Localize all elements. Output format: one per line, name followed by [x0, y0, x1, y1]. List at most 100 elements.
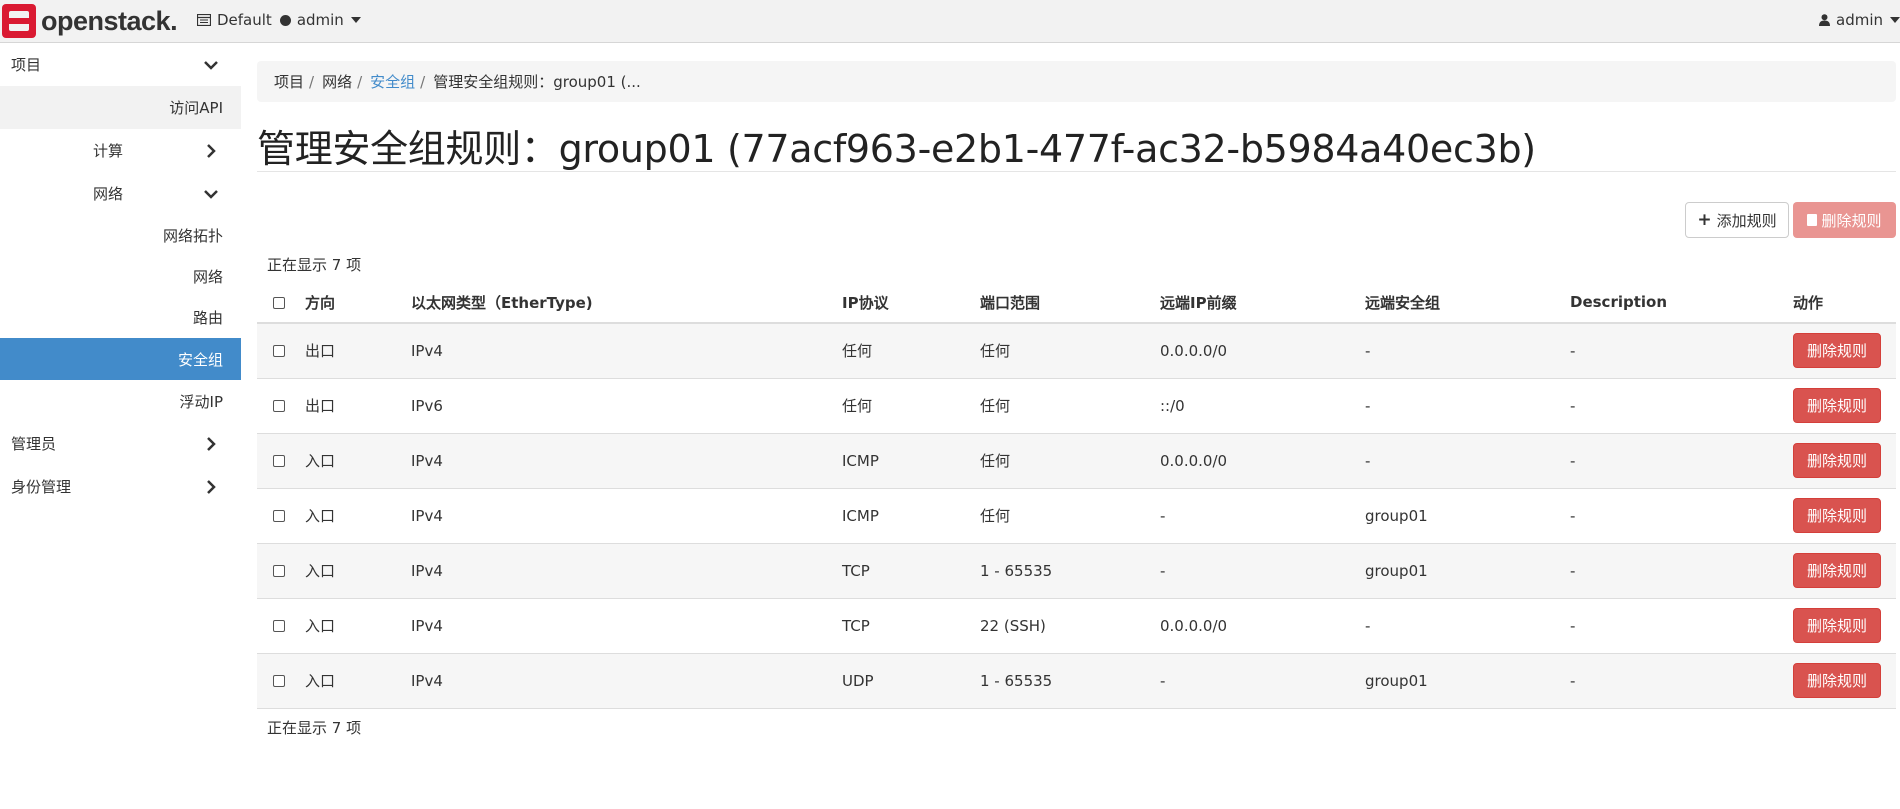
chevron-right-icon	[207, 437, 216, 451]
sidebar-item-label: 身份管理	[11, 478, 72, 496]
sidebar-item-floating-ips[interactable]: 浮动IP	[0, 380, 241, 422]
cell-remote-ip-prefix: -	[1160, 653, 1365, 709]
sidebar-item-networks[interactable]: 网络	[0, 256, 241, 297]
select-all-checkbox[interactable]	[273, 296, 285, 309]
cell-remote-ip-prefix: -	[1160, 543, 1365, 599]
sidebar-item-network-topology[interactable]: 网络拓扑	[0, 215, 241, 256]
item-count-top: 正在显示 7 项	[267, 256, 362, 274]
column-header-ethertype[interactable]: 以太网类型（EtherType)	[411, 282, 842, 324]
sidebar-item-label: 网络	[93, 185, 124, 203]
breadcrumb-item-project[interactable]: 项目	[274, 71, 304, 92]
sidebar-item-security-groups[interactable]: 安全组	[0, 338, 241, 380]
openstack-logo-icon	[2, 4, 36, 38]
project-dot-icon	[279, 14, 291, 26]
column-header-remote-ip-prefix[interactable]: 远端IP前缀	[1160, 282, 1365, 324]
item-count-bottom: 正在显示 7 项	[267, 719, 362, 737]
cell-remote-ip-prefix: ::/0	[1160, 378, 1365, 434]
table-row: 出口 IPv6 任何 任何 ::/0 - - 删除规则	[257, 378, 1896, 434]
column-header-port-range[interactable]: 端口范围	[980, 282, 1160, 324]
sidebar-item-label: 计算	[93, 142, 124, 160]
breadcrumb-link-security-groups[interactable]: 安全组	[370, 71, 415, 92]
cell-ip-protocol: 任何	[842, 378, 980, 434]
cell-remote-security-group: group01	[1365, 488, 1570, 544]
cell-description: -	[1570, 488, 1793, 544]
table-row: 入口 IPv4 ICMP 任何 - group01 - 删除规则	[257, 488, 1896, 544]
table-row: 入口 IPv4 TCP 1 - 65535 - group01 - 删除规则	[257, 543, 1896, 599]
breadcrumb-separator: /	[420, 72, 426, 91]
cell-ip-protocol: UDP	[842, 653, 980, 709]
delete-rule-button[interactable]: 删除规则	[1793, 443, 1881, 478]
delete-rule-button[interactable]: 删除规则	[1793, 498, 1881, 533]
delete-rule-button[interactable]: 删除规则	[1793, 333, 1881, 369]
row-checkbox[interactable]	[273, 565, 285, 577]
cell-ethertype: IPv4	[411, 323, 842, 379]
cell-remote-security-group: -	[1365, 433, 1570, 489]
delete-rule-button[interactable]: 删除规则	[1793, 388, 1881, 423]
cell-direction: 入口	[305, 598, 411, 654]
cell-description: -	[1570, 543, 1793, 599]
delete-rules-button[interactable]: 删除规则	[1793, 202, 1896, 238]
add-rule-label: 添加规则	[1716, 211, 1777, 230]
project-selector[interactable]: Default admin	[197, 11, 361, 29]
cell-direction: 入口	[305, 543, 411, 599]
caret-down-icon	[1890, 17, 1900, 23]
cell-port-range: 任何	[980, 433, 1160, 489]
cell-ethertype: IPv4	[411, 653, 842, 709]
cell-remote-ip-prefix: -	[1160, 488, 1365, 544]
delete-rule-button[interactable]: 删除规则	[1793, 663, 1881, 698]
cell-remote-security-group: -	[1365, 598, 1570, 654]
chevron-down-icon	[204, 190, 218, 199]
row-checkbox[interactable]	[273, 620, 285, 632]
cell-remote-ip-prefix: 0.0.0.0/0	[1160, 323, 1365, 379]
cell-port-range: 1 - 65535	[980, 653, 1160, 709]
user-name: admin	[1836, 11, 1883, 29]
row-checkbox[interactable]	[273, 510, 285, 522]
cell-ethertype: IPv4	[411, 543, 842, 599]
row-checkbox[interactable]	[273, 675, 285, 687]
domain-name: Default	[217, 11, 272, 29]
sidebar-item-admin[interactable]: 管理员	[0, 422, 241, 465]
row-checkbox[interactable]	[273, 455, 285, 467]
sidebar-item-label: 路由	[192, 309, 223, 327]
sidebar-item-project[interactable]: 项目	[0, 43, 241, 86]
column-header-remote-security-group[interactable]: 远端安全组	[1365, 282, 1570, 324]
sidebar-item-label: 安全组	[177, 350, 223, 369]
sidebar-item-network-group[interactable]: 网络	[0, 172, 241, 215]
column-header-direction[interactable]: 方向	[305, 282, 411, 324]
cell-ip-protocol: TCP	[842, 543, 980, 599]
sidebar: 项目 访问API 计算 网络 网络拓扑 网络 路由 安全组 浮动IP 管理员 身…	[0, 43, 241, 809]
user-menu[interactable]: admin	[1819, 11, 1900, 29]
row-checkbox[interactable]	[273, 345, 285, 358]
title-divider	[257, 171, 1896, 172]
column-header-ip-protocol[interactable]: IP协议	[842, 282, 980, 324]
sidebar-item-routers[interactable]: 路由	[0, 297, 241, 338]
table-row: 入口 IPv4 UDP 1 - 65535 - group01 - 删除规则	[257, 653, 1896, 709]
breadcrumb-separator: /	[357, 72, 363, 91]
project-name: admin	[296, 11, 344, 29]
sidebar-item-label: 网络拓扑	[162, 227, 223, 245]
column-header-description[interactable]: Description	[1570, 282, 1793, 324]
cell-port-range: 1 - 65535	[980, 543, 1160, 599]
trash-icon	[1807, 214, 1818, 226]
delete-rule-button[interactable]: 删除规则	[1793, 608, 1881, 643]
delete-rule-button[interactable]: 删除规则	[1793, 553, 1881, 588]
cell-ethertype: IPv4	[411, 598, 842, 654]
cell-remote-security-group: -	[1365, 378, 1570, 434]
openstack-logo[interactable]: openstack.	[2, 3, 178, 39]
sidebar-item-label: 管理员	[11, 435, 57, 453]
sidebar-item-compute[interactable]: 计算	[0, 129, 241, 172]
domain-icon	[197, 14, 211, 26]
row-checkbox[interactable]	[273, 400, 285, 412]
caret-down-icon	[350, 17, 361, 23]
sidebar-item-access-api[interactable]: 访问API	[0, 86, 241, 129]
sidebar-item-identity[interactable]: 身份管理	[0, 465, 241, 508]
cell-remote-ip-prefix: 0.0.0.0/0	[1160, 598, 1365, 654]
table-row: 入口 IPv4 ICMP 任何 0.0.0.0/0 - - 删除规则	[257, 433, 1896, 489]
add-rule-button[interactable]: + 添加规则	[1685, 202, 1789, 238]
table-row: 入口 IPv4 TCP 22 (SSH) 0.0.0.0/0 - - 删除规则	[257, 598, 1896, 654]
cell-port-range: 22 (SSH)	[980, 598, 1160, 654]
cell-ip-protocol: TCP	[842, 598, 980, 654]
user-icon	[1819, 14, 1830, 26]
cell-ethertype: IPv4	[411, 488, 842, 544]
breadcrumb-item-network[interactable]: 网络	[322, 71, 352, 92]
